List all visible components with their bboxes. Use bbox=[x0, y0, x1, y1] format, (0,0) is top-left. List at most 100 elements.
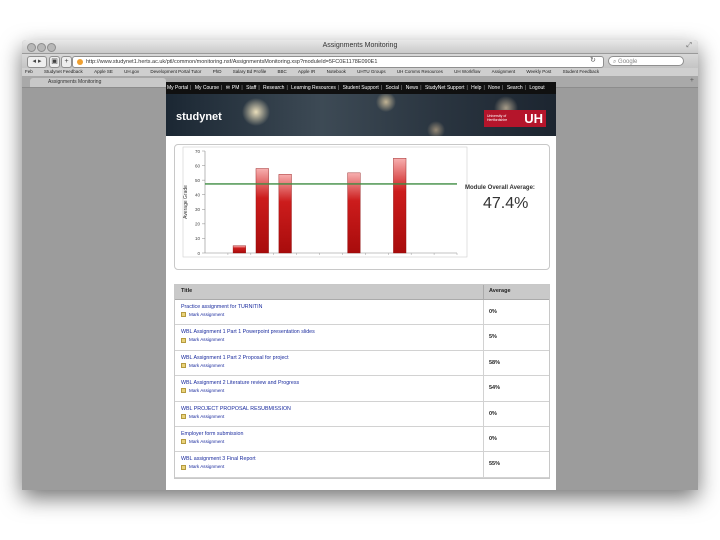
bookmark-item[interactable]: UH.gov bbox=[124, 69, 139, 74]
nav-search[interactable]: Search bbox=[506, 85, 524, 91]
nav-staff[interactable]: Staff bbox=[245, 85, 257, 91]
bookmark-item[interactable]: Notebook bbox=[327, 69, 346, 74]
bookmark-item[interactable]: UH Workflow bbox=[454, 69, 480, 74]
bookmark-item[interactable]: Apple IR bbox=[298, 69, 315, 74]
title-bar: Assignments Monitoring ⤢ bbox=[22, 40, 698, 54]
nav-studynet-support[interactable]: StudyNet Support bbox=[424, 85, 465, 91]
table-header: Title Average bbox=[175, 285, 549, 300]
assignments-table: Title Average Practice assignment for TU… bbox=[174, 284, 550, 479]
nav-my-course[interactable]: My Course bbox=[194, 85, 220, 91]
assignment-title-link[interactable]: Practice assignment for TURNITIN bbox=[181, 304, 262, 310]
search-input[interactable]: ⌕ Google bbox=[608, 56, 684, 66]
grade-bar bbox=[278, 174, 292, 254]
table-body: Practice assignment for TURNITIN Mark Ass… bbox=[175, 300, 549, 478]
address-bar[interactable]: http://www.studynet1.herts.ac.uk/ptl/com… bbox=[72, 56, 604, 68]
grade-bar bbox=[232, 245, 246, 254]
bookmark-item[interactable]: Salary Bd Profile bbox=[233, 69, 267, 74]
nav-social[interactable]: Social bbox=[384, 85, 400, 91]
studynet-banner: studynet University of Hertfordshire UH bbox=[166, 94, 556, 136]
column-divider bbox=[483, 376, 484, 401]
bookmark-item[interactable]: Development Portal Tutor bbox=[150, 69, 201, 74]
table-row: WBL Assignment 1 Part 1 Powerpoint prese… bbox=[175, 325, 549, 351]
column-header-title[interactable]: Title bbox=[181, 288, 192, 294]
mark-assignment-link[interactable]: Mark Assignment bbox=[181, 362, 225, 369]
window-title: Assignments Monitoring bbox=[322, 42, 398, 49]
y-axis-label: Average Grade bbox=[183, 185, 189, 219]
nav-separator: | bbox=[221, 85, 223, 91]
mark-assignment-label: Mark Assignment bbox=[189, 388, 225, 394]
back-forward-button[interactable]: ◂ ▸ bbox=[27, 56, 47, 68]
nav-logout[interactable]: Logout bbox=[528, 85, 545, 91]
table-row: WBL PROJECT PROPOSAL RESUBMISSION Mark As… bbox=[175, 401, 549, 427]
nav-help[interactable]: Help bbox=[470, 85, 482, 91]
assignment-average: 55% bbox=[489, 461, 501, 468]
table-row: WBL Assignment 2 Literature review and P… bbox=[175, 376, 549, 402]
mark-assignment-link[interactable]: Mark Assignment bbox=[181, 312, 224, 318]
assignment-title-link[interactable]: Employer form submission bbox=[181, 431, 243, 437]
portal-nav: My Portal | My Course | ✉ PM | Staff | Resear… bbox=[166, 82, 556, 94]
column-divider bbox=[483, 350, 484, 376]
nav-none[interactable]: None bbox=[487, 85, 501, 91]
grade-bar bbox=[255, 168, 269, 254]
nav-separator: | bbox=[258, 85, 260, 91]
table-row: Practice assignment for TURNITIN Mark Ass… bbox=[175, 300, 549, 326]
mark-assignment-link[interactable]: Mark Assignment bbox=[181, 388, 225, 394]
bookmark-item[interactable]: Assignment bbox=[492, 69, 516, 74]
mark-assignment-link[interactable]: Mark Assignment bbox=[181, 464, 224, 470]
bookmark-item[interactable]: Feb bbox=[25, 69, 33, 74]
new-tab-icon[interactable]: + bbox=[690, 77, 694, 84]
mark-assignment-link[interactable]: Mark Assignment bbox=[181, 414, 224, 419]
tab-assignments-monitoring[interactable]: Assignments Monitoring bbox=[30, 78, 166, 87]
assignment-title-link[interactable]: WBL assignment 3 Final Report bbox=[181, 456, 256, 462]
table-row: WBL assignment 3 Final Report Mark Assign… bbox=[175, 452, 549, 478]
nav-mail-icon[interactable]: ✉ bbox=[225, 85, 231, 91]
bookmark-item[interactable]: Apple SE bbox=[94, 69, 113, 74]
add-bookmark-button[interactable]: + bbox=[61, 56, 72, 68]
assignment-average: 0% bbox=[489, 410, 497, 417]
nav-separator: | bbox=[466, 85, 468, 91]
mark-assignment-link[interactable]: Mark Assignment bbox=[181, 337, 224, 343]
mark-assignment-label: Mark Assignment bbox=[189, 438, 225, 444]
nav-separator: | bbox=[286, 85, 288, 91]
nav-research[interactable]: Research bbox=[262, 85, 285, 91]
share-button[interactable]: ▣ bbox=[49, 56, 60, 68]
bookmark-item[interactable]: UH Comms Resources bbox=[397, 69, 443, 74]
chart-plot-frame bbox=[182, 146, 468, 258]
reload-icon[interactable]: ↻ bbox=[590, 56, 596, 66]
grade-chart-panel: 0 10 20 30 40 50 60 70 Average Grade Module Over… bbox=[174, 144, 550, 270]
university-name: University of Hertfordshire bbox=[487, 114, 508, 122]
bookmark-item[interactable]: BBC bbox=[278, 69, 287, 74]
nav-separator: | bbox=[337, 85, 340, 91]
bookmark-item[interactable]: Weekly Post bbox=[526, 69, 551, 74]
bookmark-item[interactable]: Studynet Feedback bbox=[44, 69, 83, 74]
document-icon bbox=[181, 337, 186, 343]
nav-separator: | bbox=[483, 85, 485, 91]
uh-mark: UH bbox=[524, 111, 543, 126]
assignment-title-link[interactable]: WBL Assignment 2 Literature review and P… bbox=[181, 380, 299, 386]
column-header-average[interactable]: Average bbox=[489, 288, 511, 294]
webpage: My Portal | My Course | ✉ PM | Staff | Resear… bbox=[166, 82, 556, 490]
assignment-average: 58% bbox=[489, 359, 501, 366]
nav-learning-resources[interactable]: Learning Resources bbox=[290, 85, 337, 91]
search-magnifier-icon: ⌕ bbox=[613, 59, 617, 65]
assignment-average: 0% bbox=[489, 435, 497, 442]
y-tick-label: 60 bbox=[195, 163, 201, 168]
nav-news[interactable]: News bbox=[405, 85, 420, 91]
nav-my-portal[interactable]: My Portal bbox=[166, 85, 189, 91]
document-icon bbox=[181, 388, 186, 394]
assignment-title-link[interactable]: WBL Assignment 1 Part 1 Powerpoint prese… bbox=[181, 329, 315, 335]
browser-window: Assignments Monitoring ⤢ ◂ ▸ ▣ + http://… bbox=[22, 40, 698, 490]
assignment-title-link[interactable]: WBL PROJECT PROPOSAL RESUBMISSION bbox=[181, 406, 291, 412]
nav-pm[interactable]: PM bbox=[231, 85, 241, 91]
mark-assignment-link[interactable]: Mark Assignment bbox=[181, 438, 225, 445]
bookmark-item[interactable]: UHTU Groups bbox=[357, 69, 386, 74]
bookmarks-bar: Feb Studynet Feedback Apple SE UH.gov De… bbox=[22, 68, 698, 77]
bookmark-item[interactable]: PhD bbox=[213, 69, 222, 74]
mark-assignment-label: Mark Assignment bbox=[189, 362, 225, 368]
nav-student-support[interactable]: Student Support bbox=[342, 85, 380, 91]
document-icon bbox=[181, 464, 186, 470]
bookmark-item[interactable]: Student Feedback bbox=[563, 69, 600, 74]
resize-icon[interactable]: ⤢ bbox=[686, 42, 692, 50]
assignment-title-link[interactable]: WBL Assignment 1 Part 2 Proposal for pro… bbox=[181, 355, 289, 361]
studynet-logo[interactable]: studynet bbox=[176, 111, 222, 123]
